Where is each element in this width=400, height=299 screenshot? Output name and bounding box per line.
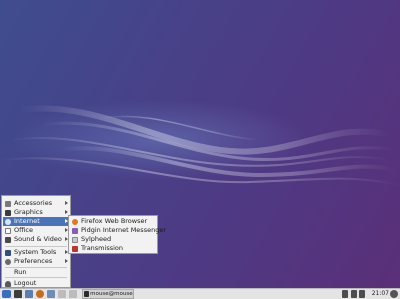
volume-icon[interactable] <box>342 290 348 298</box>
menu-item-label: Office <box>14 226 33 234</box>
menu-separator <box>5 246 67 247</box>
file-manager-icon[interactable] <box>25 290 33 298</box>
transmission-icon <box>72 245 78 252</box>
submenu-item-label: Transmission <box>81 244 123 252</box>
submenu-item-sylpheed[interactable]: Sylpheed <box>70 235 156 244</box>
menu-item-label: Logout <box>14 279 37 287</box>
submenu-item-label: Firefox Web Browser <box>81 217 148 225</box>
menu-item-label: System Tools <box>14 248 57 256</box>
submenu-item-firefox[interactable]: Firefox Web Browser <box>70 217 156 226</box>
show-desktop-icon[interactable] <box>14 290 22 298</box>
menu-item-accessories[interactable]: Accessories <box>3 199 69 208</box>
submenu-item-transmission[interactable]: Transmission <box>70 244 156 253</box>
application-menu: Accessories Graphics Internet Office Sou… <box>1 195 71 288</box>
run-icon <box>5 270 11 276</box>
workspace-3-icon[interactable] <box>69 290 77 298</box>
submenu-arrow-icon <box>65 210 68 214</box>
terminal-icon <box>84 291 90 297</box>
menu-item-label: Sound & Video <box>14 235 62 243</box>
browser-launcher-icon[interactable] <box>36 290 44 298</box>
menu-item-run[interactable]: Run <box>3 268 69 277</box>
submenu-item-label: Pidgin Internet Messenger <box>81 226 166 234</box>
submenu-item-pidgin[interactable]: Pidgin Internet Messenger <box>70 226 166 235</box>
menu-item-internet[interactable]: Internet <box>3 217 69 226</box>
pidgin-icon <box>72 227 78 234</box>
power-icon[interactable] <box>359 290 365 298</box>
task-button-label: mouse@mouse-... <box>90 291 133 297</box>
menu-item-label: Preferences <box>14 257 53 265</box>
menu-item-label: Run <box>14 268 27 276</box>
menu-item-label: Accessories <box>14 199 53 207</box>
menu-item-preferences[interactable]: Preferences <box>3 257 69 266</box>
task-button-terminal[interactable]: mouse@mouse-... <box>82 289 134 299</box>
menu-item-office[interactable]: Office <box>3 226 69 235</box>
taskbar: mouse@mouse-... 21:07 <box>0 288 400 299</box>
preferences-icon <box>5 258 11 265</box>
submenu-item-label: Sylpheed <box>81 235 112 243</box>
network-icon[interactable] <box>351 290 357 298</box>
submenu-arrow-icon <box>65 201 68 205</box>
workspace-1-icon[interactable] <box>47 290 55 298</box>
desktop[interactable]: Accessories Graphics Internet Office Sou… <box>0 0 400 288</box>
accessories-icon <box>5 200 11 207</box>
system-tools-icon <box>5 249 11 256</box>
logout-icon <box>5 280 11 287</box>
internet-submenu: Firefox Web Browser Pidgin Internet Mess… <box>68 215 166 254</box>
menu-item-graphics[interactable]: Graphics <box>3 208 69 217</box>
sound-video-icon <box>5 236 11 243</box>
graphics-icon <box>5 209 11 216</box>
workspace-2-icon[interactable] <box>58 290 66 298</box>
menu-item-sound-video[interactable]: Sound & Video <box>3 235 69 244</box>
menu-item-label: Internet <box>14 217 40 225</box>
clock[interactable]: 21:07 <box>372 289 389 299</box>
sylpheed-icon <box>72 236 78 243</box>
shutdown-icon[interactable] <box>390 290 398 298</box>
menu-separator <box>5 277 67 278</box>
office-icon <box>5 227 11 234</box>
start-menu-icon[interactable] <box>2 290 11 298</box>
firefox-icon <box>72 218 78 225</box>
internet-icon <box>5 218 11 225</box>
menu-item-system-tools[interactable]: System Tools <box>3 248 69 257</box>
submenu-arrow-icon <box>65 259 68 263</box>
menu-item-logout[interactable]: Logout <box>3 279 69 288</box>
menu-item-label: Graphics <box>14 208 43 216</box>
